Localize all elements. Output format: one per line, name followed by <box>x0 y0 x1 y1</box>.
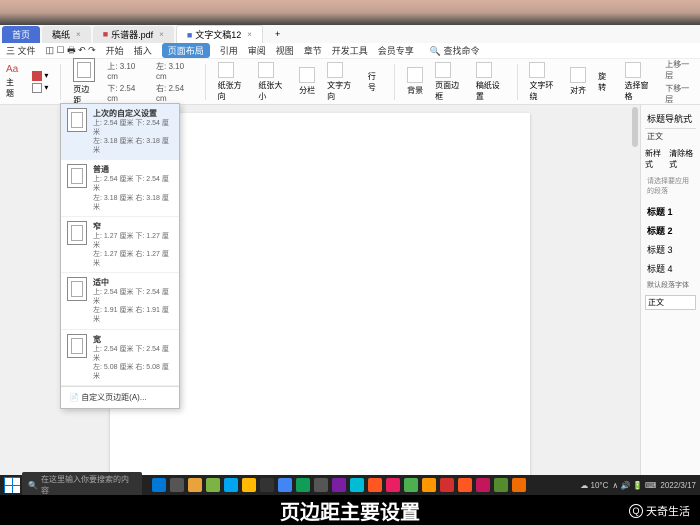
taskbar-app-icon[interactable] <box>332 478 346 492</box>
menu-review[interactable]: 审阅 <box>248 44 266 57</box>
vertical-scrollbar[interactable] <box>630 105 640 479</box>
document-tabs: 首页 稿纸× ■乐谱器.pdf× ■文字文稿12× + <box>0 25 700 43</box>
margin-option-moderate[interactable]: 适中 上: 2.54 厘米 下: 2.54 厘米左: 1.91 厘米 右: 1.… <box>61 273 179 329</box>
task-icons <box>152 478 526 492</box>
style-h4[interactable]: 标题 4 <box>645 259 696 278</box>
select-pane-button[interactable]: 选择窗格 <box>625 62 654 102</box>
taskbar-app-icon[interactable] <box>224 478 238 492</box>
styles-panel: 标题导航式 正文 新样式 清除格式 请选择要应用的段落 标题 1 标题 2 标题… <box>640 105 700 479</box>
caption-text: 页边距主要设置 <box>280 496 420 525</box>
menu-bar: 三 文件 ◫ ☐ 🖶 ↶ ↷ 开始 插入 页面布局 引用 审阅 视图 章节 开发… <box>0 43 700 59</box>
columns-button[interactable]: 分栏 <box>299 67 315 96</box>
tab-add[interactable]: + <box>265 27 290 41</box>
tab-doc2[interactable]: ■乐谱器.pdf× <box>93 26 174 43</box>
windows-taskbar: 🔍 在这里输入你要搜索的内容 ☁ 10°C ∧ 🔊 🔋 ⌨ 2022/3/17 <box>0 475 700 495</box>
border-button[interactable]: 页面边框 <box>435 62 464 102</box>
video-caption-bar: 页边距主要设置 Q 天奇生活 <box>0 495 700 525</box>
menu-insert[interactable]: 插入 <box>134 44 152 57</box>
margin-option-normal[interactable]: 普通 上: 2.54 厘米 下: 2.54 厘米左: 3.18 厘米 右: 3.… <box>61 160 179 216</box>
start-button[interactable] <box>4 477 20 493</box>
margins-dropdown: 上次的自定义设置 上: 2.54 厘米 下: 2.54 厘米左: 3.18 厘米… <box>60 103 180 409</box>
taskbar-app-icon[interactable] <box>260 478 274 492</box>
taskbar-app-icon[interactable] <box>152 478 166 492</box>
margin-option-narrow[interactable]: 窄 上: 1.27 厘米 下: 1.27 厘米左: 1.27 厘米 右: 1.2… <box>61 217 179 273</box>
taskbar-app-icon[interactable] <box>404 478 418 492</box>
system-tray[interactable]: ☁ 10°C ∧ 🔊 🔋 ⌨ 2022/3/17 <box>580 481 696 490</box>
move-down-button[interactable]: 下移一层 <box>665 83 694 105</box>
watermark-icon: Q <box>629 504 643 518</box>
margin-option-last-custom[interactable]: 上次的自定义设置 上: 2.54 厘米 下: 2.54 厘米左: 3.18 厘米… <box>61 104 179 160</box>
taskbar-app-icon[interactable] <box>188 478 202 492</box>
search-commands[interactable]: 🔍 查找命令 <box>430 44 480 57</box>
gutter-button[interactable]: 稿纸设置 <box>476 62 505 102</box>
new-style-button[interactable]: 新样式 <box>645 148 665 170</box>
margins-icon <box>73 58 95 82</box>
text-dir-button[interactable]: 文字方向 <box>327 62 356 102</box>
close-icon[interactable]: × <box>76 30 81 39</box>
style-body[interactable]: 正文 <box>645 129 696 144</box>
taskbar-app-icon[interactable] <box>242 478 256 492</box>
taskbar-app-icon[interactable] <box>296 478 310 492</box>
menu-dev[interactable]: 开发工具 <box>332 44 368 57</box>
menu-start[interactable]: 开始 <box>106 44 124 57</box>
taskbar-app-icon[interactable] <box>440 478 454 492</box>
menu-file[interactable]: 三 文件 <box>6 44 36 57</box>
taskbar-app-icon[interactable] <box>476 478 490 492</box>
taskbar-app-icon[interactable] <box>386 478 400 492</box>
taskbar-app-icon[interactable] <box>278 478 292 492</box>
align-button[interactable]: 对齐 <box>570 67 586 96</box>
tab-doc1[interactable]: 稿纸× <box>42 26 91 43</box>
margins-button[interactable]: 页边距 <box>73 58 95 106</box>
orientation-button[interactable]: 纸张方向 <box>218 62 247 102</box>
taskbar-app-icon[interactable] <box>368 478 382 492</box>
move-up-button[interactable]: 上移一层 <box>665 59 694 81</box>
menu-section[interactable]: 章节 <box>304 44 322 57</box>
panel-title: 标题导航式 <box>645 109 696 129</box>
app-window: 首页 稿纸× ■乐谱器.pdf× ■文字文稿12× + 三 文件 ◫ ☐ 🖶 ↶… <box>0 25 700 495</box>
watermark: Q 天奇生活 <box>629 503 690 519</box>
margin-option-custom[interactable]: 📄 自定义页边距(A)... <box>61 386 179 408</box>
tab-home[interactable]: 首页 <box>2 26 40 43</box>
style-h2[interactable]: 标题 2 <box>645 221 696 240</box>
taskbar-app-icon[interactable] <box>350 478 364 492</box>
menu-view[interactable]: 视图 <box>276 44 294 57</box>
clear-format-button[interactable]: 清除格式 <box>669 148 696 170</box>
style-h3[interactable]: 标题 3 <box>645 240 696 259</box>
size-button[interactable]: 纸张大小 <box>258 62 287 102</box>
linenum-button[interactable]: 行号 <box>368 71 382 93</box>
style-h1[interactable]: 标题 1 <box>645 202 696 221</box>
menu-page-layout[interactable]: 页面布局 <box>162 43 210 58</box>
close-icon[interactable]: × <box>159 30 164 39</box>
style-input[interactable] <box>645 295 696 310</box>
ribbon: Aa 主题 ▾ ▾ 页边距 上: 3.10 cm 下: 2.54 cm 左: 3… <box>0 59 700 105</box>
taskbar-app-icon[interactable] <box>494 478 508 492</box>
rotate-button[interactable]: 旋转 <box>598 71 612 93</box>
tab-doc3-active[interactable]: ■文字文稿12× <box>176 25 263 43</box>
bg-button[interactable]: 背景 <box>407 67 423 96</box>
taskbar-app-icon[interactable] <box>512 478 526 492</box>
menu-ref[interactable]: 引用 <box>220 44 238 57</box>
taskbar-app-icon[interactable] <box>314 478 328 492</box>
weather-icon[interactable]: ☁ 10°C <box>580 481 608 490</box>
taskbar-app-icon[interactable] <box>206 478 220 492</box>
taskbar-app-icon[interactable] <box>422 478 436 492</box>
wrap-button[interactable]: 文字环绕 <box>529 62 558 102</box>
theme-group[interactable]: Aa 主题 <box>6 64 20 99</box>
menu-member[interactable]: 会员专享 <box>378 44 414 57</box>
close-icon[interactable]: × <box>247 30 252 39</box>
margin-preview-icon <box>67 108 87 132</box>
taskbar-app-icon[interactable] <box>170 478 184 492</box>
taskbar-app-icon[interactable] <box>458 478 472 492</box>
margin-option-wide[interactable]: 宽 上: 2.54 厘米 下: 2.54 厘米左: 5.08 厘米 右: 5.0… <box>61 330 179 386</box>
